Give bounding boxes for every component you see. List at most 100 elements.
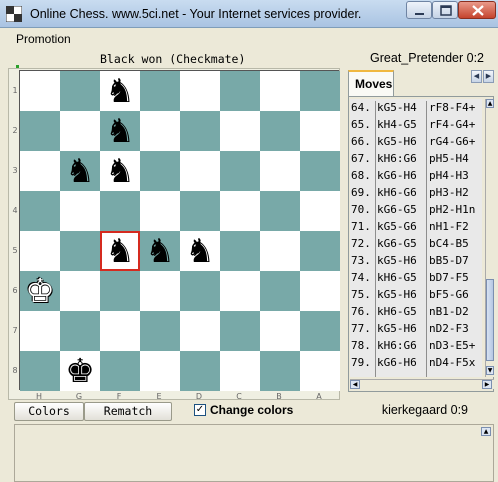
black-knight-icon[interactable]: ♞ — [100, 151, 140, 191]
black-knight-icon[interactable]: ♞ — [100, 231, 140, 271]
board-square-g6[interactable] — [60, 271, 100, 311]
move-row[interactable]: 66. kG5-H6 rG4-G6+ — [350, 133, 482, 150]
board-square-g5[interactable] — [60, 231, 100, 271]
board-square-f6[interactable] — [100, 271, 140, 311]
tab-scroll-left-icon[interactable]: ◀ — [471, 70, 482, 83]
board-square-d3[interactable] — [180, 151, 220, 191]
board-square-e3[interactable] — [140, 151, 180, 191]
board-square-a3[interactable] — [300, 151, 340, 191]
board-square-h5[interactable] — [20, 231, 60, 271]
board-square-a8[interactable] — [300, 351, 340, 391]
board-square-c8[interactable] — [220, 351, 260, 391]
board-square-h8[interactable] — [20, 351, 60, 391]
board-square-e1[interactable] — [140, 71, 180, 111]
move-row[interactable]: 72. kG6-G5 bC4-B5 — [350, 235, 482, 252]
tab-scroll-right-icon[interactable]: ▶ — [483, 70, 494, 83]
board-square-h7[interactable] — [20, 311, 60, 351]
black-knight-icon[interactable]: ♞ — [180, 231, 220, 271]
board-square-f8[interactable] — [100, 351, 140, 391]
board-square-a5[interactable] — [300, 231, 340, 271]
board-square-b7[interactable] — [260, 311, 300, 351]
board-square-d4[interactable] — [180, 191, 220, 231]
board-square-b5[interactable] — [260, 231, 300, 271]
black-knight-icon[interactable]: ♞ — [140, 231, 180, 271]
board-square-b8[interactable] — [260, 351, 300, 391]
board-square-g7[interactable] — [60, 311, 100, 351]
move-row[interactable]: 69. kH6-G6 pH3-H2 — [350, 184, 482, 201]
move-row[interactable]: 67. kH6:G6 pH5-H4 — [350, 150, 482, 167]
white-king-icon[interactable]: ♚ — [20, 271, 60, 311]
board-square-e6[interactable] — [140, 271, 180, 311]
board-square-d2[interactable] — [180, 111, 220, 151]
board-square-e2[interactable] — [140, 111, 180, 151]
chat-scrollbar[interactable]: ▲ — [481, 427, 491, 479]
close-button[interactable] — [458, 1, 496, 19]
board-square-c4[interactable] — [220, 191, 260, 231]
board-square-d1[interactable] — [180, 71, 220, 111]
move-row[interactable]: 76. kH6-G5 nB1-D2 — [350, 303, 482, 320]
board-square-g1[interactable] — [60, 71, 100, 111]
board-square-h4[interactable] — [20, 191, 60, 231]
board-square-e8[interactable] — [140, 351, 180, 391]
board-square-c5[interactable] — [220, 231, 260, 271]
move-row[interactable]: 73. kG5-H6 bB5-D7 — [350, 252, 482, 269]
scroll-thumb[interactable] — [486, 279, 494, 361]
board-square-e4[interactable] — [140, 191, 180, 231]
scroll-left-icon[interactable]: ◀ — [350, 380, 360, 389]
scroll-right-icon[interactable]: ▶ — [482, 380, 492, 389]
move-row[interactable]: 77. kG5-H6 nD2-F3 — [350, 320, 482, 337]
board-square-h1[interactable] — [20, 71, 60, 111]
colors-button[interactable]: Colors — [14, 402, 84, 421]
board-square-c6[interactable] — [220, 271, 260, 311]
change-colors-checkbox[interactable]: ✓ — [194, 404, 206, 416]
board-square-g4[interactable] — [60, 191, 100, 231]
board-square-c7[interactable] — [220, 311, 260, 351]
board-square-a6[interactable] — [300, 271, 340, 311]
move-row[interactable]: 79. kG6-H6 nD4-F5x — [350, 354, 482, 371]
move-row[interactable]: 78. kH6:G6 nD3-E5+ — [350, 337, 482, 354]
scroll-up-icon[interactable]: ▲ — [486, 99, 494, 108]
board-square-a4[interactable] — [300, 191, 340, 231]
board-square-h3[interactable] — [20, 151, 60, 191]
move-row[interactable]: 65. kH4-G5 rF4-G4+ — [350, 116, 482, 133]
maximize-button[interactable] — [432, 1, 458, 19]
board-square-b1[interactable] — [260, 71, 300, 111]
menu-promotion[interactable]: Promotion — [16, 32, 71, 46]
moves-vertical-scrollbar[interactable]: ▲ ▼ — [485, 99, 494, 377]
board-square-e7[interactable] — [140, 311, 180, 351]
move-row[interactable]: 68. kG6-H6 pH4-H3 — [350, 167, 482, 184]
board-square-d6[interactable] — [180, 271, 220, 311]
black-knight-icon[interactable]: ♞ — [100, 111, 140, 151]
board-square-d8[interactable] — [180, 351, 220, 391]
move-row[interactable]: 74. kH6-G5 bD7-F5 — [350, 269, 482, 286]
board-square-a2[interactable] — [300, 111, 340, 151]
board-square-c2[interactable] — [220, 111, 260, 151]
chat-area[interactable]: ▲ — [14, 424, 494, 482]
board-square-b6[interactable] — [260, 271, 300, 311]
minimize-button[interactable] — [406, 1, 432, 19]
black-knight-icon[interactable]: ♞ — [100, 71, 140, 111]
move-row[interactable]: 64. kG5-H4 rF8-F4+ — [350, 99, 482, 116]
board-square-c3[interactable] — [220, 151, 260, 191]
tab-moves[interactable]: Moves — [348, 70, 394, 96]
move-row[interactable]: 75. kG5-H6 bF5-G6 — [350, 286, 482, 303]
board-square-a1[interactable] — [300, 71, 340, 111]
chess-board[interactable]: ♞ ♞ ♞ ♞ ♞ ♞ ♞ ♚ ♚ — [19, 70, 340, 391]
black-king-icon[interactable]: ♚ — [60, 351, 100, 391]
move-row[interactable]: 70. kG6-G5 pH2-H1n — [350, 201, 482, 218]
board-square-f4[interactable] — [100, 191, 140, 231]
chat-scroll-up-icon[interactable]: ▲ — [481, 427, 491, 436]
black-knight-icon[interactable]: ♞ — [60, 151, 100, 191]
board-square-d7[interactable] — [180, 311, 220, 351]
board-square-b4[interactable] — [260, 191, 300, 231]
board-square-f7[interactable] — [100, 311, 140, 351]
move-row[interactable]: 71. kG5-G6 nH1-F2 — [350, 218, 482, 235]
scroll-down-icon[interactable]: ▼ — [486, 366, 494, 375]
board-square-h2[interactable] — [20, 111, 60, 151]
moves-horizontal-scrollbar[interactable]: ◀ ▶ — [350, 379, 494, 389]
board-square-b2[interactable] — [260, 111, 300, 151]
board-square-b3[interactable] — [260, 151, 300, 191]
board-square-a7[interactable] — [300, 311, 340, 351]
board-square-c1[interactable] — [220, 71, 260, 111]
board-square-g2[interactable] — [60, 111, 100, 151]
